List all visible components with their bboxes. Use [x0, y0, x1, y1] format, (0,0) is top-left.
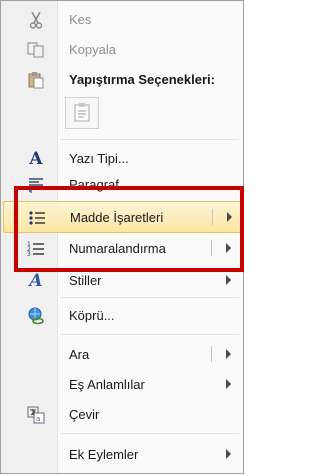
menu-item-cut[interactable]: Kes [3, 4, 241, 34]
menu-item-label: Yazı Tipi... [69, 150, 129, 166]
menu-item-label: Eş Anlamlılar [69, 376, 145, 392]
styles-icon: A [29, 271, 43, 291]
menu-item-bullets[interactable]: Madde İşaretleri [3, 201, 241, 233]
menu-item-paragraph[interactable]: Paragraf... [3, 169, 241, 199]
translate-icon: a [25, 404, 47, 426]
menu-item-label: Numaralandırma [69, 240, 166, 256]
menu-item-synonyms[interactable]: Eş Anlamlılar [3, 369, 241, 399]
submenu-arrow-icon[interactable] [226, 275, 231, 285]
font-icon: A [29, 149, 43, 169]
bulleted-list-icon [26, 207, 48, 229]
menu-item-label: Stiller [69, 272, 102, 288]
submenu-arrow-icon[interactable] [227, 212, 232, 222]
menu-item-lookup[interactable]: Ara [3, 339, 241, 369]
menu-item-styles[interactable]: A Stiller [3, 265, 241, 295]
menu-item-label: Paragraf... [69, 176, 130, 192]
submenu-arrow-icon[interactable] [226, 349, 231, 359]
context-menu: Kes Kopyala Yapıştırma Seçenekleri: A Ya… [0, 0, 244, 474]
paste-keep-text-button[interactable] [65, 97, 99, 129]
menu-item-numbering[interactable]: 1 2 3 Numaralandırma [3, 233, 241, 263]
separator [61, 139, 239, 140]
menu-item-label: Yapıştırma Seçenekleri: [69, 71, 215, 87]
submenu-divider [211, 240, 212, 256]
menu-item-label: Ek Eylemler [69, 446, 139, 462]
menu-item-label: Ara [69, 346, 90, 362]
menu-item-additional-actions[interactable]: Ek Eylemler [3, 439, 241, 469]
paragraph-icon [25, 174, 47, 196]
separator [61, 433, 239, 434]
svg-text:a: a [36, 415, 40, 423]
scissors-icon [25, 9, 47, 31]
menu-item-hyperlink[interactable]: Köprü... [3, 300, 241, 330]
submenu-arrow-icon[interactable] [226, 243, 231, 253]
menu-item-label: Kes [69, 11, 92, 27]
menu-item-label: Kopyala [69, 41, 116, 57]
submenu-divider [212, 209, 213, 225]
menu-item-label: Madde İşaretleri [70, 209, 164, 225]
paste-text-only-icon [73, 102, 91, 125]
svg-text:3: 3 [27, 251, 31, 258]
separator [61, 297, 239, 298]
menu-item-copy[interactable]: Kopyala [3, 34, 241, 64]
submenu-divider [211, 346, 212, 362]
paste-icon [25, 69, 47, 91]
menu-item-translate[interactable]: a Çevir [3, 399, 241, 429]
paste-options-header: Yapıştırma Seçenekleri: [3, 64, 241, 94]
menu-item-label: Çevir [69, 406, 100, 422]
submenu-arrow-icon[interactable] [226, 449, 231, 459]
hyperlink-icon [25, 305, 47, 327]
numbered-list-icon: 1 2 3 [25, 238, 47, 260]
separator [61, 334, 239, 335]
copy-icon [25, 39, 47, 61]
menu-item-label: Köprü... [69, 307, 115, 323]
submenu-arrow-icon[interactable] [226, 379, 231, 389]
